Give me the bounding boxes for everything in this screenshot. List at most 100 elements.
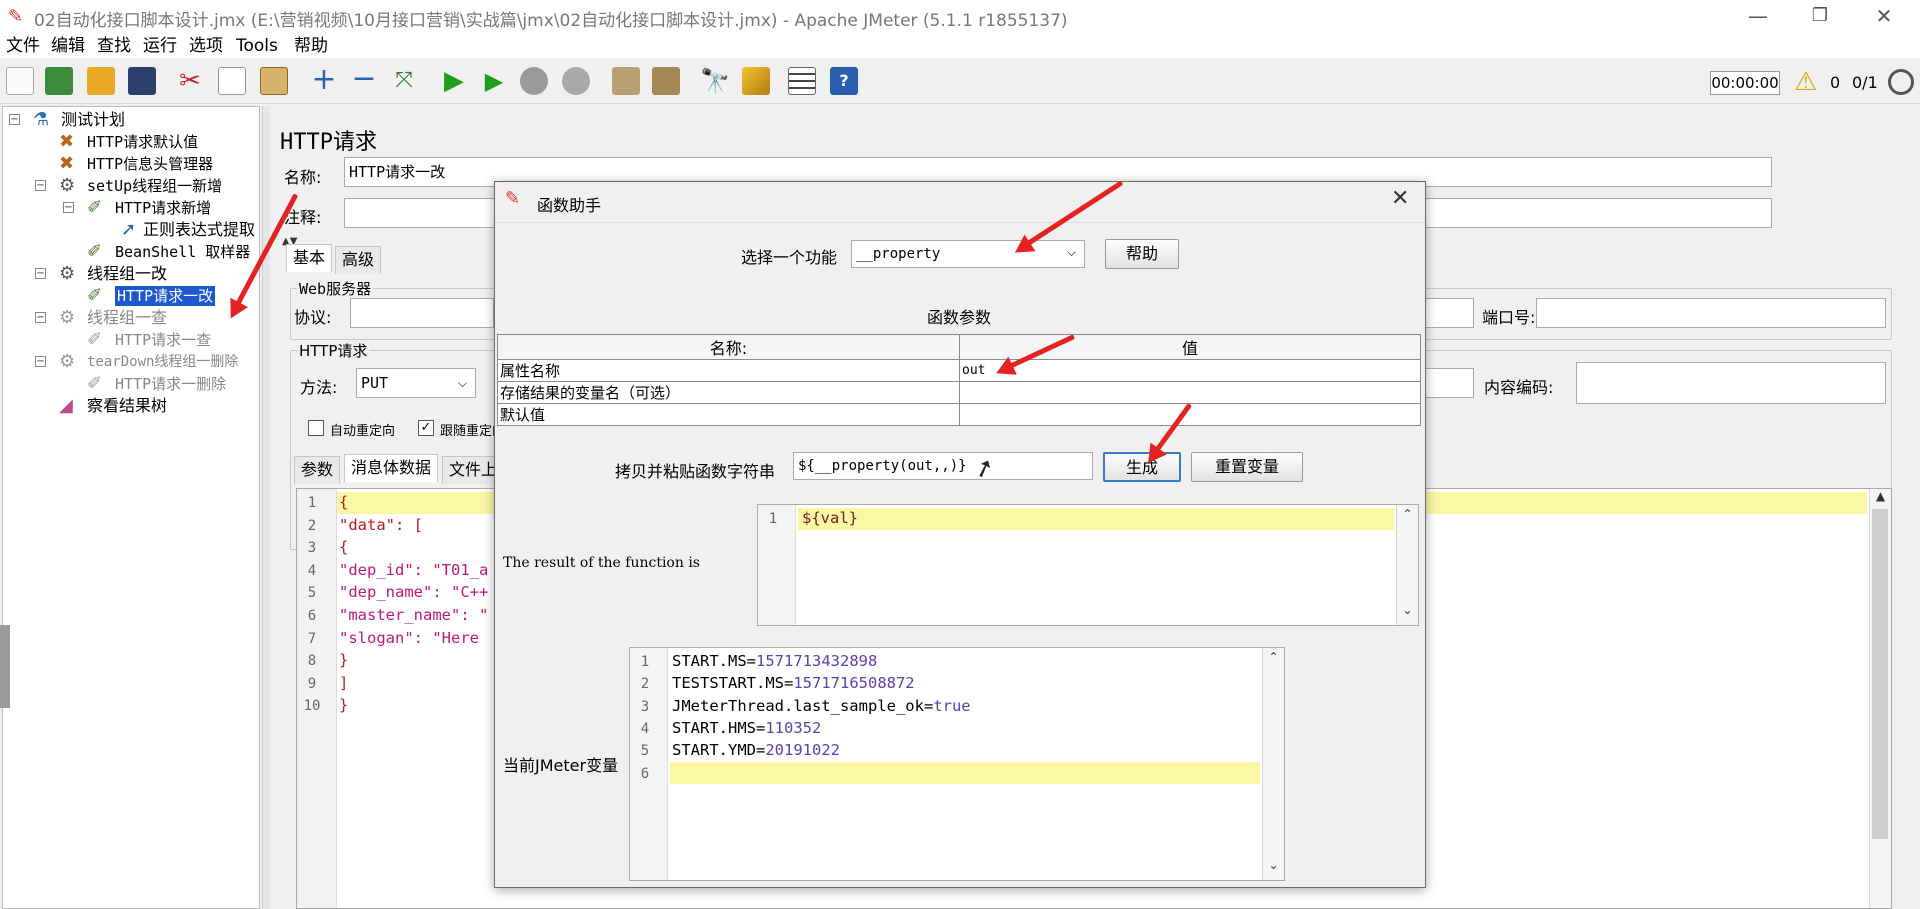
scroll-down-icon[interactable]: ⌄ bbox=[1263, 858, 1284, 876]
vars-scrollbar[interactable]: ⌃ ⌄ bbox=[1262, 648, 1284, 880]
jmeter-var-line: TESTSTART.MS=1571716508872 bbox=[672, 674, 915, 692]
dialog-close-icon[interactable]: ✕ bbox=[1391, 186, 1409, 211]
menu-tools[interactable]: Tools bbox=[236, 34, 278, 58]
paste-icon[interactable] bbox=[260, 67, 288, 95]
clear-all-icon[interactable] bbox=[652, 67, 680, 95]
server-field[interactable] bbox=[1424, 298, 1474, 328]
stop-icon[interactable] bbox=[520, 67, 548, 95]
table-row[interactable]: 默认值 bbox=[497, 403, 1421, 426]
tab-advanced[interactable]: 高级 bbox=[335, 246, 382, 274]
save-icon[interactable] bbox=[128, 67, 156, 95]
minimize-button[interactable]: — bbox=[1736, 2, 1780, 30]
tree-item-http-update-selected[interactable]: HTTP请求一改 bbox=[115, 286, 216, 306]
body-code-line: "slogan": "Here bbox=[339, 628, 489, 647]
encoding-field[interactable] bbox=[1576, 362, 1886, 404]
tree-item-results-tree[interactable]: 察看结果树 bbox=[87, 396, 167, 416]
tree-item-http-create[interactable]: HTTP请求新增 bbox=[115, 198, 211, 218]
start-icon[interactable]: ▶ bbox=[440, 67, 468, 95]
port-field[interactable] bbox=[1536, 298, 1886, 328]
body-code-line: "master_name": " bbox=[339, 606, 489, 624]
line-number: 3 bbox=[307, 540, 317, 557]
help-button[interactable]: 帮助 bbox=[1105, 239, 1179, 269]
tree-item-http-query[interactable]: HTTP请求一查 bbox=[115, 330, 211, 350]
tree-item-beanshell-sampler[interactable]: BeanShell 取样器 bbox=[115, 242, 250, 262]
help-icon[interactable]: ? bbox=[830, 67, 858, 95]
warning-icon[interactable]: ⚠ bbox=[1794, 69, 1817, 95]
new-icon[interactable] bbox=[6, 67, 34, 95]
collapse-toggle-icon[interactable]: − bbox=[35, 180, 46, 191]
line-number: 1 bbox=[640, 654, 650, 670]
collapse-toggle-icon[interactable]: − bbox=[9, 114, 20, 125]
protocol-field[interactable] bbox=[350, 298, 494, 328]
reset-variables-button[interactable]: 重置变量 bbox=[1191, 452, 1303, 482]
shutdown-icon[interactable] bbox=[562, 67, 590, 95]
tree-item-setup-thread-group[interactable]: setUp线程组一新增 bbox=[87, 176, 222, 196]
menu-file[interactable]: 文件 bbox=[6, 34, 40, 58]
tree-item-http-delete[interactable]: HTTP请求一删除 bbox=[115, 374, 226, 394]
wrench-icon: ✖ bbox=[59, 153, 75, 174]
auto-redirect-checkbox[interactable] bbox=[308, 420, 324, 436]
restore-button[interactable]: ❐ bbox=[1798, 2, 1842, 30]
tree-item-thread-group-update[interactable]: 线程组一改 bbox=[87, 264, 167, 284]
menu-help[interactable]: 帮助 bbox=[294, 34, 328, 58]
scroll-up-icon[interactable]: ⌃ bbox=[1397, 507, 1418, 525]
toggle-icon[interactable]: ⤧ bbox=[390, 67, 418, 95]
copy-icon[interactable] bbox=[218, 67, 246, 95]
collapse-icon[interactable]: − bbox=[350, 64, 378, 95]
warning-count: 0 bbox=[1830, 73, 1841, 92]
start-no-pause-icon[interactable]: ▶ bbox=[480, 67, 508, 95]
search-icon[interactable]: 🔭 bbox=[700, 67, 730, 95]
var-value: 1571716508872 bbox=[793, 674, 915, 693]
follow-redirect-checkbox[interactable]: ✓ bbox=[418, 420, 434, 436]
tab-parameters[interactable]: 参数 bbox=[294, 456, 341, 484]
collapse-toggle-icon[interactable]: − bbox=[35, 356, 46, 367]
tree-item-header-manager[interactable]: HTTP信息头管理器 bbox=[87, 154, 213, 174]
result-scrollbar[interactable]: ⌃ ⌄ bbox=[1396, 505, 1418, 625]
param-name: 属性名称 bbox=[497, 359, 960, 382]
table-row[interactable]: 存储结果的变量名（可选） bbox=[497, 381, 1421, 404]
line-number: 2 bbox=[640, 676, 650, 693]
tree-item-regex-extractor[interactable]: 正则表达式提取 bbox=[143, 220, 255, 240]
tab-body-data[interactable]: 消息体数据 bbox=[344, 454, 439, 482]
tree-scroll-thumb[interactable] bbox=[0, 625, 10, 708]
reset-search-icon[interactable] bbox=[742, 67, 770, 95]
name-label: 名称: bbox=[284, 168, 322, 187]
function-string-field[interactable]: ${__property(out,,)} bbox=[793, 452, 1093, 480]
pane-splitter[interactable] bbox=[262, 106, 270, 909]
jmeter-vars-area[interactable]: 1 START.MS=1571713432898 2 TESTSTART.MS=157… bbox=[629, 647, 1285, 881]
menu-run[interactable]: 运行 bbox=[143, 34, 177, 58]
cut-icon[interactable]: ✂ bbox=[176, 67, 204, 95]
scroll-up-icon[interactable]: ⌃ bbox=[1263, 650, 1284, 668]
body-scrollbar[interactable]: ▲ bbox=[1869, 489, 1891, 908]
tree-item-http-defaults[interactable]: HTTP请求默认值 bbox=[87, 132, 198, 152]
templates-icon[interactable] bbox=[45, 67, 73, 95]
open-icon[interactable] bbox=[87, 67, 115, 95]
line-number: 2 bbox=[307, 517, 317, 534]
scroll-thumb[interactable] bbox=[1872, 509, 1888, 839]
collapse-toggle-icon[interactable]: − bbox=[35, 312, 46, 323]
tree-item-thread-group-query[interactable]: 线程组一查 bbox=[87, 308, 167, 328]
close-button[interactable]: ✕ bbox=[1862, 2, 1906, 30]
tree-item-teardown-thread-group[interactable]: tearDown线程组一删除 bbox=[87, 352, 238, 372]
function-select[interactable]: __property bbox=[851, 240, 1085, 268]
param-value[interactable] bbox=[959, 381, 1421, 404]
tab-basic[interactable]: 基本 bbox=[286, 244, 333, 272]
table-row[interactable]: 属性名称 out bbox=[497, 359, 1421, 382]
expand-icon[interactable]: + bbox=[310, 65, 338, 95]
menu-edit[interactable]: 编辑 bbox=[51, 34, 85, 58]
collapse-toggle-icon[interactable]: − bbox=[63, 202, 74, 213]
param-value[interactable]: out bbox=[959, 359, 1421, 382]
collapse-toggle-icon[interactable]: − bbox=[35, 268, 46, 279]
clear-icon[interactable] bbox=[612, 67, 640, 95]
var-value: 110352 bbox=[765, 718, 822, 737]
tree-item-test-plan[interactable]: 测试计划 bbox=[61, 110, 125, 130]
params-col-name: 名称: bbox=[497, 334, 960, 360]
menu-search[interactable]: 查找 bbox=[97, 34, 131, 58]
path-field[interactable] bbox=[1424, 368, 1474, 398]
function-helper-icon[interactable] bbox=[788, 67, 816, 95]
scroll-up-icon[interactable]: ▲ bbox=[1870, 489, 1891, 507]
function-result-area[interactable]: 1 ${val} ⌃ ⌄ bbox=[757, 504, 1419, 626]
scroll-down-icon[interactable]: ⌄ bbox=[1397, 603, 1418, 621]
gear-icon: ⚙ bbox=[59, 351, 76, 372]
menu-options[interactable]: 选项 bbox=[189, 34, 223, 58]
